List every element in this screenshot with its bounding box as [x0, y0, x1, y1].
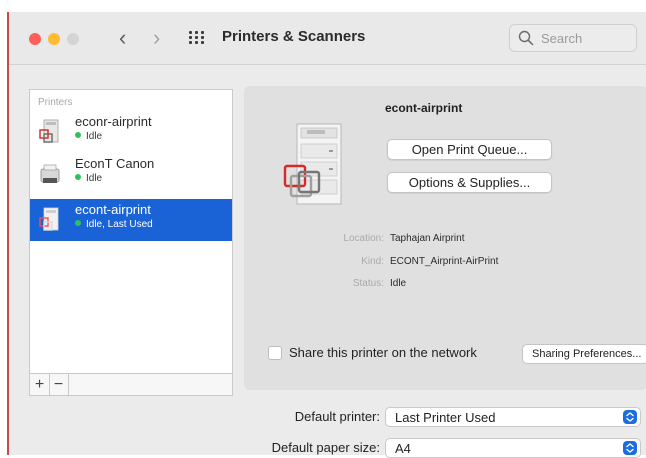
status-row: Status:	[244, 278, 384, 292]
location-row: Location:	[244, 233, 384, 247]
printer-name: EconT Canon	[75, 156, 155, 171]
status-value: Idle	[390, 278, 407, 289]
forward-button[interactable]: ›	[153, 25, 160, 51]
printer-status: Idle, Last Used	[75, 219, 153, 230]
printer-icon	[40, 164, 60, 183]
printer-name-heading: econt-airprint	[385, 101, 463, 115]
share-printer-label: Share this printer on the network	[289, 345, 477, 360]
printers-list[interactable]: Printers econr-airprint Idle EconT Canon…	[29, 89, 233, 387]
open-print-queue-button[interactable]: Open Print Queue...	[387, 139, 552, 160]
sharing-preferences-button[interactable]: Sharing Preferences...	[522, 344, 646, 364]
status-dot-icon	[75, 174, 81, 180]
chevron-left-icon: ‹	[119, 25, 127, 50]
search-icon	[518, 30, 534, 46]
printer-airprint-icon	[283, 123, 342, 205]
location-value: Taphajan Airprint	[390, 233, 465, 244]
updown-arrows-icon	[623, 410, 637, 424]
list-actions: + −	[29, 373, 233, 396]
window-title: Printers & Scanners	[222, 28, 366, 45]
window-edge-highlight	[7, 12, 9, 455]
printer-detail-panel: econt-airprint Open Print Queue... Optio…	[244, 86, 646, 390]
show-all-grid-icon[interactable]	[189, 31, 204, 44]
printer-row-econt-canon[interactable]: EconT Canon Idle	[30, 153, 232, 195]
printer-name: econr-airprint	[75, 114, 152, 129]
kind-row: Kind:	[244, 256, 384, 270]
printer-row-econr-airprint[interactable]: econr-airprint Idle	[30, 111, 232, 153]
default-printer-label: Default printer:	[294, 409, 380, 424]
zoom-button[interactable]	[67, 33, 79, 45]
default-paper-select[interactable]: A4	[385, 438, 641, 458]
status-dot-icon	[75, 132, 81, 138]
remove-printer-button[interactable]: −	[49, 374, 69, 395]
printers-scanners-window: ‹ › Printers & Scanners Search Printers	[8, 12, 646, 458]
location-label: Location:	[343, 233, 384, 244]
kind-value: ECONT_Airprint-AirPrint	[390, 256, 499, 267]
chevron-right-icon: ›	[153, 25, 161, 50]
default-printer-value: Last Printer Used	[395, 410, 496, 425]
printer-airprint-icon	[39, 119, 59, 143]
list-header: Printers	[38, 97, 73, 108]
default-printer-select[interactable]: Last Printer Used	[385, 407, 641, 427]
default-paper-label: Default paper size:	[271, 440, 380, 455]
printer-airprint-icon	[39, 207, 59, 231]
printer-name: econt-airprint	[75, 202, 151, 217]
toolbar: ‹ › Printers & Scanners Search	[8, 12, 646, 65]
status-label: Status:	[352, 278, 384, 289]
add-printer-button[interactable]: +	[30, 374, 50, 395]
printer-status: Idle	[75, 173, 102, 184]
minimize-button[interactable]	[48, 33, 60, 45]
printer-status: Idle	[75, 131, 102, 142]
search-field[interactable]: Search	[509, 24, 637, 52]
printer-row-econt-airprint[interactable]: econt-airprint Idle, Last Used	[30, 199, 232, 241]
share-printer-checkbox[interactable]	[268, 346, 282, 360]
back-button[interactable]: ‹	[119, 25, 126, 51]
kind-label: Kind:	[361, 256, 384, 267]
updown-arrows-icon	[623, 441, 637, 455]
search-placeholder: Search	[541, 31, 583, 46]
close-button[interactable]	[29, 33, 41, 45]
status-dot-icon	[75, 220, 81, 226]
default-paper-value: A4	[395, 441, 411, 456]
options-supplies-button[interactable]: Options & Supplies...	[387, 172, 552, 193]
